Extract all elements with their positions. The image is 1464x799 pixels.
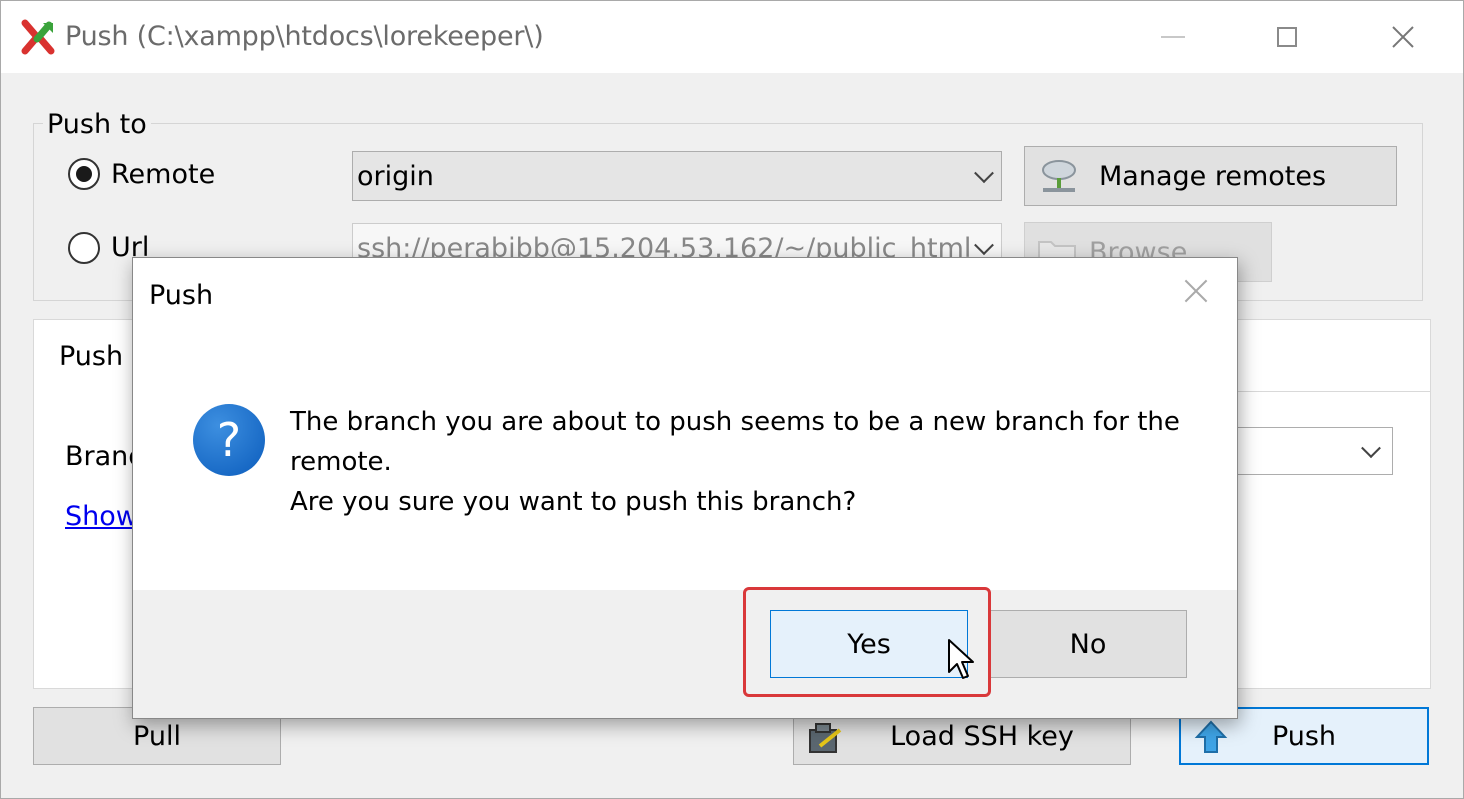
push-window: Push (C:\xampp\htdocs\lorekeeper\) Push … — [0, 0, 1464, 799]
panel-title: Push — [59, 341, 124, 372]
arrow-up-icon — [1194, 720, 1228, 753]
dialog-message-line: Are you sure you want to push this branc… — [290, 487, 857, 517]
dialog-close-icon[interactable] — [1181, 276, 1211, 306]
pull-label: Pull — [133, 720, 181, 752]
push-to-legend: Push to — [43, 109, 151, 140]
network-icon — [1042, 160, 1076, 192]
dialog-message: The branch you are about to push seems t… — [290, 402, 1190, 522]
url-radio[interactable] — [68, 232, 100, 264]
minimize-button[interactable] — [1143, 13, 1203, 61]
close-icon — [1392, 26, 1414, 48]
dialog-title: Push — [149, 280, 214, 311]
key-icon — [809, 723, 842, 753]
remote-radio[interactable] — [68, 158, 100, 190]
dialog-message-line: The branch you are about to push seems t… — [290, 407, 1180, 437]
confirm-dialog: Push ? The branch you are about to push … — [132, 257, 1238, 719]
chevron-down-icon — [1361, 438, 1381, 459]
remote-select-value: origin — [357, 160, 434, 192]
close-button[interactable] — [1373, 13, 1433, 61]
title-bar: Push (C:\xampp\htdocs\lorekeeper\) — [1, 1, 1463, 73]
push-label: Push — [1271, 720, 1337, 752]
no-button[interactable]: No — [989, 610, 1187, 678]
yes-button[interactable]: Yes — [770, 610, 968, 678]
manage-remotes-button[interactable]: Manage remotes — [1024, 146, 1397, 206]
chevron-down-icon — [974, 163, 994, 184]
git-extensions-icon — [21, 19, 55, 55]
manage-remotes-label: Manage remotes — [1099, 160, 1327, 192]
no-label: No — [1069, 628, 1107, 660]
yes-label: Yes — [847, 628, 891, 660]
question-icon: ? — [193, 404, 265, 476]
window-title: Push (C:\xampp\htdocs\lorekeeper\) — [65, 21, 544, 52]
mouse-pointer-icon — [948, 639, 974, 679]
tab-divider — [1237, 391, 1431, 392]
show-link[interactable]: Show — [65, 501, 138, 532]
remote-radio-label: Remote — [111, 159, 216, 190]
load-ssh-key-label: Load SSH key — [890, 720, 1074, 752]
dialog-message-line: remote. — [290, 447, 392, 477]
chevron-down-icon — [974, 235, 994, 256]
remote-select[interactable]: origin — [352, 151, 1002, 201]
maximize-button[interactable] — [1257, 13, 1317, 61]
